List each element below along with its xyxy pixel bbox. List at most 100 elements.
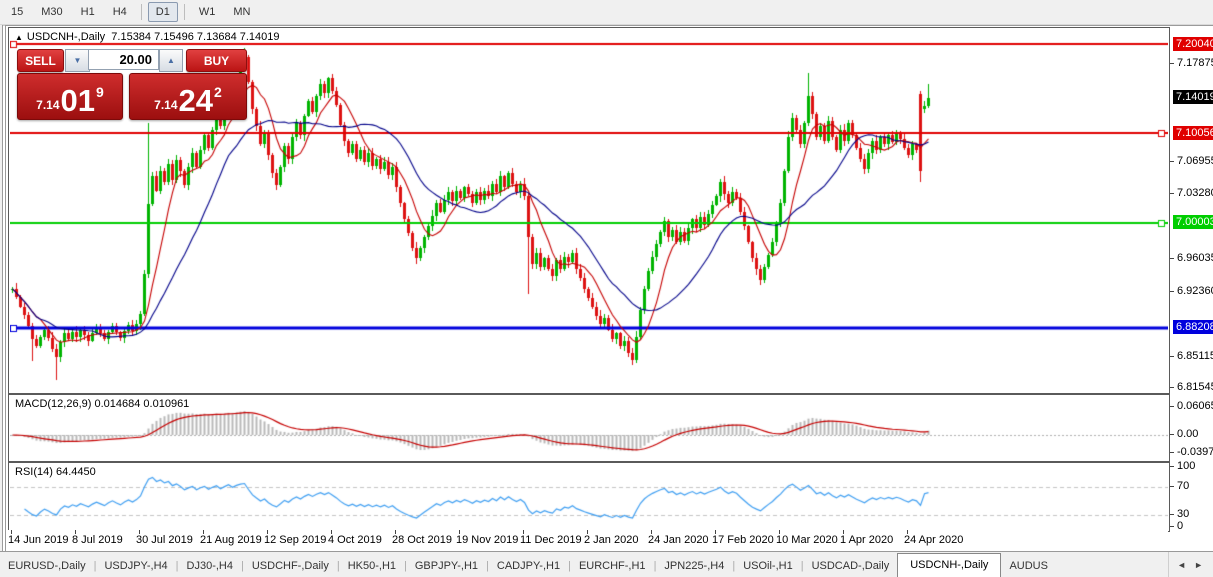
price-tick-label: 6.92360: [1177, 285, 1213, 297]
price-tick-label: 7.06955: [1177, 155, 1213, 167]
timeframe-button-h4[interactable]: H4: [105, 2, 135, 22]
price-tick-label: 6.96035: [1177, 252, 1213, 264]
sell-price-prefix: 7.14: [36, 98, 59, 112]
axis-tick-mark: [1170, 434, 1174, 435]
buy-price-pip: 2: [214, 84, 222, 100]
chart-tab-eurusd-daily[interactable]: EURUSD-,Daily: [0, 555, 94, 577]
current-price-badge: 7.14019: [1173, 90, 1213, 104]
level-price-badge: 7.20040: [1173, 37, 1213, 51]
level-price-badge: 6.88208: [1173, 320, 1213, 334]
chart-tab-usdjpy-h4[interactable]: USDJPY-,H4: [96, 555, 175, 577]
volume-input[interactable]: [88, 49, 159, 70]
toolbar-separator: [141, 4, 142, 20]
toolbar-separator: [184, 4, 185, 20]
timeframe-button-15[interactable]: 15: [3, 2, 31, 22]
chart-tab-dj30-h4[interactable]: DJ30-,H4: [179, 555, 241, 577]
sell-price-display[interactable]: 7.14 01 9: [17, 73, 123, 120]
buy-button[interactable]: BUY: [186, 49, 247, 72]
chart-tab-audus[interactable]: AUDUS: [1001, 555, 1056, 577]
price-tick-label: 6.81545: [1177, 381, 1213, 393]
date-label: 28 Oct 2019: [392, 534, 452, 546]
rsi-label: RSI(14) 64.4450: [15, 466, 96, 478]
date-label: 19 Nov 2019: [456, 534, 518, 546]
price-chart-pane[interactable]: ▲ USDCNH-,Daily 7.15384 7.15496 7.13684 7…: [8, 27, 1170, 394]
buy-price-prefix: 7.14: [154, 98, 177, 112]
rsi-axis-label: 100: [1177, 460, 1195, 472]
date-label: 30 Jul 2019: [136, 534, 193, 546]
volume-decrease-button[interactable]: ▼: [65, 49, 90, 72]
chart-tab-usoil-h1[interactable]: USOil-,H1: [735, 555, 801, 577]
rsi-axis-label: 70: [1177, 480, 1189, 492]
chart-tab-cadjpy-h1[interactable]: CADJPY-,H1: [489, 555, 568, 577]
chart-tab-usdcad-daily[interactable]: USDCAD-,Daily: [804, 555, 898, 577]
rsi-canvas[interactable]: [10, 464, 1168, 530]
axis-tick-mark: [1170, 63, 1174, 64]
date-label: 24 Apr 2020: [904, 534, 963, 546]
sell-price-main: 01: [61, 86, 95, 116]
timeframe-button-h1[interactable]: H1: [73, 2, 103, 22]
macd-pane[interactable]: MACD(12,26,9) 0.014684 0.010961: [8, 394, 1170, 462]
date-label: 1 Apr 2020: [840, 534, 893, 546]
date-label: 24 Jan 2020: [648, 534, 709, 546]
axis-tick-mark: [1170, 387, 1174, 388]
sell-price-pip: 9: [96, 84, 104, 100]
rsi-axis-label: 30: [1177, 508, 1189, 520]
sell-button[interactable]: SELL: [17, 49, 64, 72]
date-label: 10 Mar 2020: [776, 534, 838, 546]
price-tick-label: 6.85115: [1177, 350, 1213, 362]
chart-tab-gbpjpy-h1[interactable]: GBPJPY-,H1: [407, 555, 486, 577]
chart-symbol-period: USDCNH-,Daily: [27, 31, 105, 43]
price-tick-label: 7.03280: [1177, 187, 1213, 199]
axis-tick-mark: [1170, 514, 1174, 515]
timeframe-button-mn[interactable]: MN: [225, 2, 258, 22]
level-price-badge: 7.10056: [1173, 126, 1213, 140]
date-label: 2 Jan 2020: [584, 534, 638, 546]
timeframe-toolbar: 15M30H1H4 D1 W1MN: [0, 0, 1213, 25]
timeframe-button-w1[interactable]: W1: [191, 2, 224, 22]
price-axis[interactable]: 7.17875 7.06955 7.03280 6.96035 6.92360 6.851…: [1169, 27, 1213, 530]
tab-scroll-right-icon[interactable]: ►: [1190, 558, 1207, 572]
tab-scroll-left-icon[interactable]: ◄: [1173, 558, 1190, 572]
one-click-trade-panel: SELL ▼ ▲ BUY 7.14 01 9 7.14 24 2: [17, 49, 247, 115]
one-click-panel-toggle-icon[interactable]: ▲: [15, 33, 23, 42]
axis-tick-mark: [1170, 486, 1174, 487]
axis-tick-mark: [1170, 452, 1174, 453]
chart-tab-eurchf-h1[interactable]: EURCHF-,H1: [571, 555, 654, 577]
date-label: 8 Jul 2019: [72, 534, 123, 546]
date-label: 21 Aug 2019: [200, 534, 262, 546]
mt4-window: 15M30H1H4 D1 W1MN ▲ USDCNH-,Daily 7.15384 7…: [0, 0, 1213, 577]
timeframe-button-d1[interactable]: D1: [148, 2, 178, 22]
axis-tick-mark: [1170, 356, 1174, 357]
axis-tick-mark: [1170, 193, 1174, 194]
rsi-pane[interactable]: RSI(14) 64.4450: [8, 462, 1170, 532]
price-tick-label: 7.17875: [1177, 57, 1213, 69]
chart-tab-bar: EURUSD-,Daily|USDJPY-,H4|DJ30-,H4|USDCHF…: [0, 551, 1213, 577]
tab-scroll-arrows: ◄►: [1168, 552, 1211, 577]
chart-title: ▲ USDCNH-,Daily 7.15384 7.15496 7.13684 7…: [15, 31, 280, 43]
date-axis[interactable]: 14 Jun 20198 Jul 2019 30 Jul 2019 21 Aug 2…: [8, 530, 1168, 550]
timeframe-button-m30[interactable]: M30: [33, 2, 70, 22]
date-label: 11 Dec 2019: [520, 534, 582, 546]
rsi-axis-label: 0: [1177, 520, 1183, 532]
chart-tab-usdcnh-daily[interactable]: USDCNH-,Daily: [897, 553, 1001, 577]
chart-ohlc-values: 7.15384 7.15496 7.13684 7.14019: [111, 31, 279, 43]
macd-axis-label: 0.00: [1177, 428, 1198, 440]
axis-tick-mark: [1170, 526, 1174, 527]
buy-price-display[interactable]: 7.14 24 2: [129, 73, 247, 120]
chart-tab-hk50-h1[interactable]: HK50-,H1: [340, 555, 404, 577]
chart-tab-usdchf-daily[interactable]: USDCHF-,Daily: [244, 555, 337, 577]
macd-axis-label: 0.060657: [1177, 400, 1213, 412]
level-price-badge: 7.00003: [1173, 215, 1213, 229]
chart-window: ▲ USDCNH-,Daily 7.15384 7.15496 7.13684 7…: [2, 25, 1213, 551]
volume-increase-button[interactable]: ▲: [159, 49, 183, 72]
axis-tick-mark: [1170, 291, 1174, 292]
date-label: 12 Sep 2019: [264, 534, 326, 546]
buy-price-main: 24: [179, 86, 213, 116]
chart-tab-jpn225-h4[interactable]: JPN225-,H4: [656, 555, 732, 577]
macd-label: MACD(12,26,9) 0.014684 0.010961: [15, 398, 189, 410]
date-label: 14 Jun 2019: [8, 534, 69, 546]
macd-axis-label: -0.039792: [1177, 446, 1213, 458]
date-label: 17 Feb 2020: [712, 534, 774, 546]
axis-tick-mark: [1170, 466, 1174, 467]
axis-tick-mark: [1170, 406, 1174, 407]
